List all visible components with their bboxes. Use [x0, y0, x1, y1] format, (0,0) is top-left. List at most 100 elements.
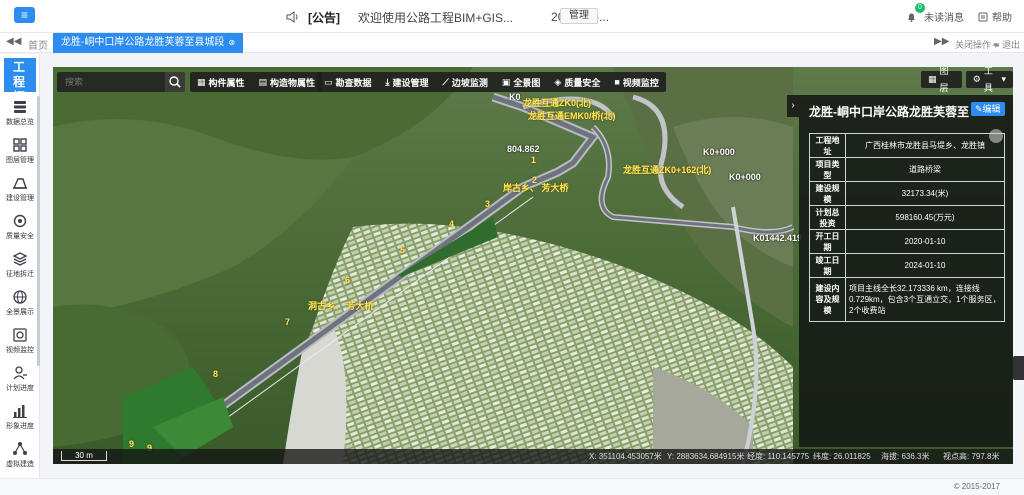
unread-messages-button[interactable]: 0 未读消息 — [907, 3, 964, 24]
tab-project-active[interactable]: 龙胜-峒中口岸公路龙胜芙蓉至县城段 ⊗ — [53, 33, 244, 53]
construction-icon — [12, 178, 27, 189]
search-icon — [169, 76, 181, 88]
structure-properties-button[interactable]: ▤ 构造物属性 — [252, 76, 323, 89]
tab-close-icon[interactable]: ⊗ — [228, 33, 235, 53]
image-icon: ▣ — [501, 76, 511, 87]
tools-dropdown[interactable]: ⚙ 工具 ▾ — [965, 67, 1013, 93]
sidebar-item-plan-progress[interactable]: 计划进度 — [0, 362, 40, 400]
sidebar-item-quality-safety[interactable]: 质量安全 — [0, 210, 40, 248]
shield-icon: ◈ — [554, 76, 562, 87]
sidebar-item-construction[interactable]: 建设管理 — [0, 172, 40, 210]
coord-altitude: 海拔: 636.3米 — [881, 452, 930, 461]
edit-icon: ✎ — [975, 104, 983, 114]
tab-project-label: 龙胜-峒中口岸公路龙胜芙蓉至县城段 — [61, 37, 225, 48]
slope-monitoring-button[interactable]: ⟋ 边坡监测 — [436, 76, 495, 89]
survey-data-button[interactable]: ▭ 勘查数据 — [317, 76, 379, 89]
property-toolbar: ▦ 构件属性 ▤ 构造物属性 — [190, 72, 323, 92]
line-chart-icon: ⟋ — [442, 76, 449, 87]
toolbar-label: 视频监控 — [622, 77, 659, 88]
sidebar-item-land-acquisition[interactable]: 征地拆迁 — [0, 248, 40, 286]
map-search-button[interactable] — [165, 72, 185, 92]
map-mileage-label[interactable]: K01442.419 — [753, 233, 802, 243]
unread-count-badge: 0 — [915, 3, 925, 13]
sidebar-item-panorama[interactable]: 全景展示 — [0, 286, 40, 324]
tab-scroll-right-icon[interactable]: ▶▶ — [934, 36, 949, 47]
info-key: 建设内容及规模 — [809, 277, 846, 322]
table-row: 计划总投资 598160.45(万元) — [809, 205, 1005, 230]
map-mileage-label[interactable]: K0+000 — [703, 147, 735, 157]
info-panel-collapse-button[interactable]: › — [787, 95, 799, 117]
pier-number-label: 4 — [449, 219, 455, 229]
map-mileage-label[interactable]: K0 — [509, 92, 521, 102]
info-key: 计划总投资 — [809, 205, 846, 230]
map-mileage-label[interactable]: 804.862 — [507, 144, 540, 154]
toolbar-label: 构造物属性 — [270, 77, 316, 88]
pier-number-label: 5 — [400, 245, 406, 255]
sidebar-item-data-overview[interactable]: 数据总览 — [0, 96, 40, 134]
coord-lon: 经度: 110.145775 — [747, 452, 810, 461]
sidebar-item-image-progress[interactable]: 形象进度 — [0, 400, 40, 438]
layers-icon — [12, 252, 28, 266]
coord-lat: 纬度: 26.011825 — [813, 452, 871, 461]
edit-button[interactable]: ✎编辑 — [971, 102, 1005, 116]
table-row: 竣工日期 2024-01-10 — [809, 253, 1005, 278]
tab-scroll-left-icon[interactable]: ◀◀ — [6, 36, 21, 47]
layers-button[interactable]: ▦ 图层 — [921, 67, 962, 93]
tools-icon: ⚙ — [972, 74, 981, 84]
map-search-input[interactable] — [57, 72, 157, 92]
sidebar-title[interactable]: 工 程 概 况 — [4, 58, 36, 119]
user-plan-icon — [13, 366, 27, 380]
pier-number-label: 1 — [531, 155, 537, 165]
notice-text: 欢迎使用公路工程BIM+GIS... — [358, 10, 514, 25]
sidebar-item-label: 计划进度 — [6, 385, 34, 392]
sidebar-scrollbar[interactable] — [37, 96, 40, 366]
construction-management-button[interactable]: ⤓ 建设管理 — [379, 76, 436, 89]
side-drawer-handle[interactable] — [1013, 356, 1024, 380]
sidebar-item-layer-management[interactable]: 图层管理 — [0, 134, 40, 172]
info-value: 2020-01-10 — [845, 229, 1005, 254]
sidebar-item-virtual-construction[interactable]: 虚拟建造 — [0, 438, 40, 476]
info-value: 项目主线全长32.173336 km，连接线0.729km，包含3个互通立交，1… — [845, 277, 1005, 322]
video-monitoring-button[interactable]: ■ 视频监控 — [607, 76, 665, 89]
map-mileage-label[interactable]: K0+000 — [729, 172, 761, 182]
page-footer: © 2015-2017 — [0, 478, 1024, 495]
map-ramp-label[interactable]: 龙胜互通ZK0(北) — [523, 96, 591, 109]
component-properties-button[interactable]: ▦ 构件属性 — [190, 76, 252, 89]
manage-button[interactable]: 管理 — [560, 8, 598, 24]
unread-label: 未读消息 — [924, 13, 964, 24]
sidebar-item-video-monitoring[interactable]: 视频监控 — [0, 324, 40, 362]
info-value: 32173.34(米) — [845, 181, 1005, 206]
notice-tag: [公告] — [308, 10, 340, 25]
top-header: ≡ [公告] 欢迎使用公路工程BIM+GIS... 2020-12-... 管理… — [0, 0, 1024, 33]
help-button[interactable]: 帮助 — [978, 9, 1012, 24]
copyright-text: © 2015-2017 — [953, 482, 1000, 491]
table-row: 开工日期 2020-01-10 — [809, 229, 1005, 254]
pier-number-label: 8 — [213, 369, 219, 379]
toolbar-label: 构件属性 — [208, 77, 245, 88]
sidebar-item-label: 全景展示 — [6, 309, 34, 316]
exit-button[interactable]: ⇥ 退出 — [992, 38, 1020, 51]
sidebar-item-label: 建设管理 — [6, 195, 34, 202]
map-mountain-label[interactable]: 龙胜互通EMK0/桥(北) — [528, 109, 616, 122]
toolbar-label: 勘查数据 — [335, 77, 372, 88]
3d-map-viewport[interactable]: ▦ 构件属性 ▤ 构造物属性 ▭ 勘查数据 ⤓ 建设管理 ⟋ 边坡监测 ▣ 全景… — [53, 67, 1013, 464]
panorama-button[interactable]: ▣ 全景图 — [495, 76, 548, 89]
quality-safety-button[interactable]: ◈ 质量安全 — [547, 76, 607, 89]
map-interchange-label[interactable]: 龙胜互通ZK0+162(北) — [623, 163, 711, 176]
edit-label: 编辑 — [982, 104, 1001, 114]
info-key: 开工日期 — [809, 229, 846, 254]
map-bridge-label[interactable]: 洞古乡、 芳大桥 — [308, 299, 374, 312]
sidebar-item-label: 虚拟建造 — [6, 461, 34, 468]
info-value: 道路桥梁 — [845, 157, 1005, 182]
layers-icon: ▦ — [928, 74, 937, 84]
speaker-icon — [286, 11, 298, 23]
exit-label: 退出 — [1002, 40, 1021, 50]
tab-home[interactable]: 首页 — [28, 37, 48, 52]
menu-toggle-button[interactable]: ≡ — [14, 7, 35, 23]
chevron-right-icon: › — [791, 100, 795, 111]
sidebar: 工 程 概 况 数据总览 图层管理 建设管理 质量安全 征地拆迁 全景展示 视频… — [0, 54, 40, 478]
info-value: 广西桂林市龙胜县马堤乡、龙胜镇 — [845, 133, 1005, 158]
share-icon — [13, 442, 27, 455]
tools-label: 工具 — [983, 67, 993, 93]
structure-icon: ▤ — [258, 76, 268, 87]
